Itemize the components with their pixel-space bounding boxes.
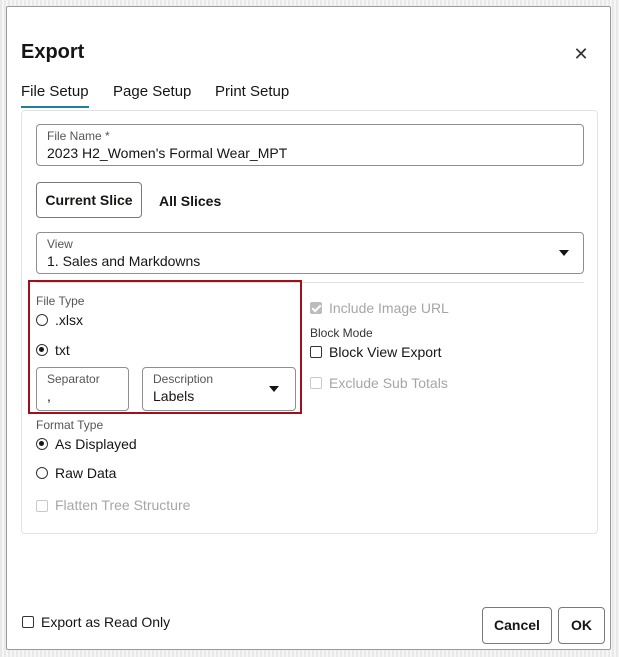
view-value: 1. Sales and Markdowns: [47, 253, 201, 269]
radio-txt-label: txt: [55, 342, 70, 358]
tab-print-setup[interactable]: Print Setup: [215, 83, 289, 106]
export-read-only-label: Export as Read Only: [41, 614, 171, 630]
description-value: Labels: [153, 388, 195, 404]
radio-xlsx[interactable]: [36, 314, 48, 326]
radio-txt[interactable]: [36, 344, 48, 356]
tab-file-setup[interactable]: File Setup: [21, 83, 89, 108]
file-setup-panel: File Name * 2023 H2_Women's Formal Wear_…: [21, 110, 598, 534]
separator-value: ,: [47, 388, 51, 404]
tab-page-setup[interactable]: Page Setup: [113, 83, 191, 106]
view-select[interactable]: View 1. Sales and Markdowns: [36, 232, 584, 274]
description-label: Description: [153, 372, 214, 386]
block-view-export-checkbox[interactable]: [310, 346, 322, 358]
radio-raw-data[interactable]: [36, 467, 48, 479]
ok-button[interactable]: OK: [558, 607, 605, 644]
exclude-sub-totals-label: Exclude Sub Totals: [329, 375, 448, 391]
file-name-field[interactable]: File Name * 2023 H2_Women's Formal Wear_…: [36, 124, 584, 166]
flatten-tree-checkbox[interactable]: [36, 500, 48, 512]
radio-as-displayed[interactable]: [36, 438, 48, 450]
chevron-down-icon: [269, 386, 279, 392]
exclude-sub-totals-checkbox[interactable]: [310, 377, 322, 389]
radio-xlsx-label: .xlsx: [55, 312, 83, 328]
current-slice-button[interactable]: Current Slice: [36, 182, 142, 218]
section-divider: [36, 282, 584, 283]
all-slices-button[interactable]: All Slices: [159, 193, 221, 209]
separator-field[interactable]: Separator ,: [36, 367, 129, 411]
dialog-title: Export: [21, 41, 85, 63]
export-read-only-checkbox[interactable]: [22, 616, 34, 628]
include-image-url-checkbox[interactable]: [310, 302, 322, 314]
description-select[interactable]: Description Labels: [142, 367, 296, 411]
file-name-value: 2023 H2_Women's Formal Wear_MPT: [47, 145, 288, 161]
block-view-export-label: Block View Export: [329, 344, 442, 360]
radio-as-displayed-label: As Displayed: [55, 436, 137, 452]
cancel-button[interactable]: Cancel: [482, 607, 552, 644]
flatten-tree-label: Flatten Tree Structure: [55, 497, 191, 513]
separator-label: Separator: [47, 372, 100, 386]
export-dialog: Export ✕ File Setup Page Setup Print Set…: [6, 6, 611, 650]
chevron-down-icon: [559, 250, 569, 256]
radio-raw-data-label: Raw Data: [55, 465, 117, 481]
close-icon[interactable]: ✕: [570, 43, 592, 65]
block-mode-label: Block Mode: [310, 326, 373, 340]
file-type-label: File Type: [36, 294, 85, 308]
include-image-url-label: Include Image URL: [329, 300, 449, 316]
format-type-label: Format Type: [36, 418, 104, 432]
view-label: View: [47, 237, 73, 251]
file-name-label: File Name *: [47, 129, 110, 143]
